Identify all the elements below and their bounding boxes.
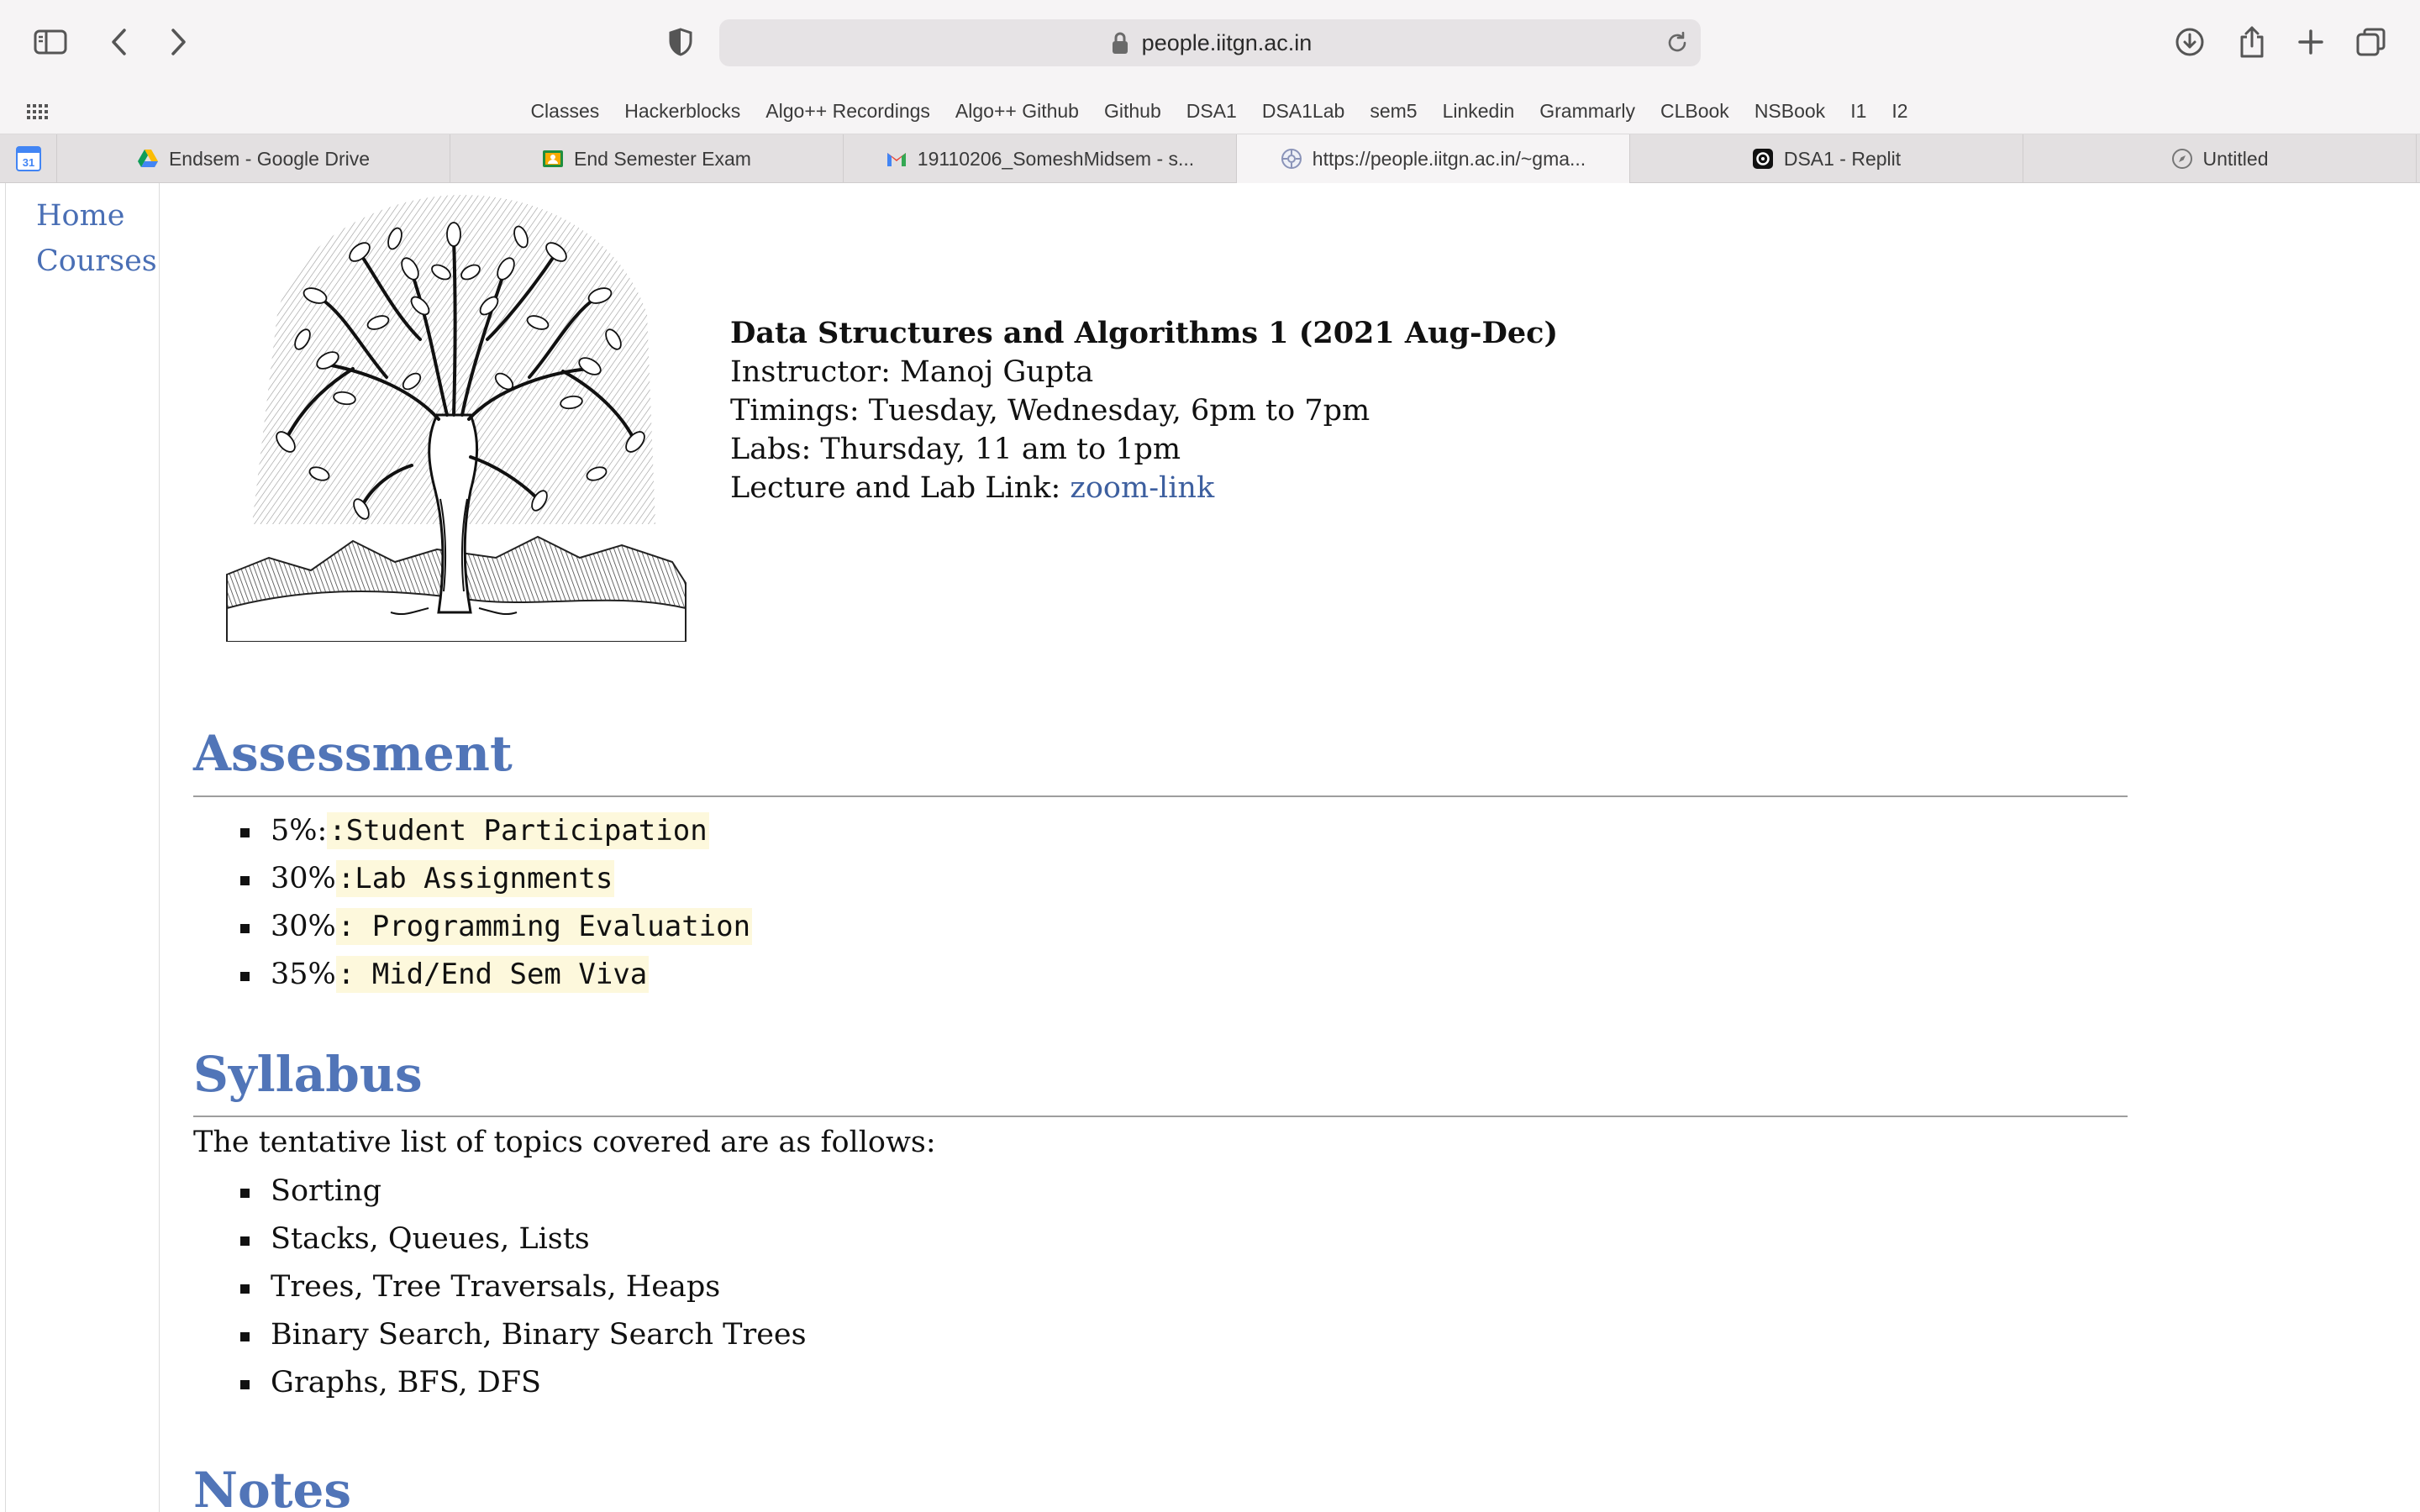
bookmark-i2[interactable]: I2 [1891,100,1907,123]
assessment-pct: 30% [271,910,336,943]
assessment-list: 5%::Student Participation 30%:Lab Assign… [237,807,753,999]
compass-icon [2171,149,2192,169]
assessment-divider [193,795,2128,797]
course-timings: Timings: Tuesday, Wednesday, 6pm to 7pm [730,394,1370,428]
bookmark-github[interactable]: Github [1104,100,1161,123]
bookmark-nsbook[interactable]: NSBook [1754,100,1825,123]
bookmark-sem5[interactable]: sem5 [1370,100,1417,123]
url-text: people.iitgn.ac.in [1141,29,1313,55]
browser-toolbar: people.iitgn.ac.in [0,0,2420,87]
web-page: Home Courses Data Structures and Algorit… [0,183,2420,1512]
syllabus-topic: Sorting [237,1168,807,1215]
google-classroom-icon [543,150,564,167]
assessment-label: :Lab Assignments [335,860,615,897]
bookmark-dsa1lab[interactable]: DSA1Lab [1262,100,1344,123]
page-sidebar: Home Courses [5,183,160,1512]
syllabus-topic: Stacks, Queues, Lists [237,1215,807,1263]
reload-icon[interactable] [1664,29,1691,56]
forward-icon[interactable] [158,22,198,62]
lock-icon [1112,32,1128,54]
course-instructor: Instructor: Manoj Gupta [730,355,1094,389]
assessment-label: : Programming Evaluation [335,908,753,945]
course-info: Data Structures and Algorithms 1 (2021 A… [730,314,1558,507]
replit-icon [1752,149,1773,169]
syllabus-topic: Binary Search, Binary Search Trees [237,1311,807,1359]
bookmark-hackerblocks[interactable]: Hackerblocks [624,100,740,123]
bookmarks-bar: Classes Hackerblocks Algo++ Recordings A… [0,87,2420,134]
syllabus-topic: Graphs, BFS, DFS [237,1359,807,1407]
zoom-link[interactable]: zoom-link [1070,471,1214,505]
tab-dsa1-replit[interactable]: DSA1 - Replit [1630,134,2023,183]
course-title: Data Structures and Algorithms 1 (2021 A… [730,316,1559,350]
bookmark-i1[interactable]: I1 [1850,100,1866,123]
syllabus-topic: Trees, Tree Traversals, Heaps [237,1263,807,1311]
nav-link-courses[interactable]: Courses [36,239,159,284]
nav-link-home[interactable]: Home [36,193,159,239]
site-favicon-icon [1281,149,1302,169]
tab-gmail-midsem[interactable]: 19110206_SomeshMidsem - s... [844,134,1237,183]
assessment-label: : Mid/End Sem Viva [335,956,650,993]
syllabus-list: Sorting Stacks, Queues, Lists Trees, Tre… [237,1168,807,1407]
tab-endsem-drive[interactable]: Endsem - Google Drive [57,134,450,183]
downloads-icon[interactable] [2170,22,2210,62]
bookmark-classes[interactable]: Classes [530,100,599,123]
tab-overview-icon[interactable] [2351,22,2391,62]
bookmark-grammarly[interactable]: Grammarly [1539,100,1635,123]
bookmark-list: Classes Hackerblocks Algo++ Recordings A… [0,87,2420,134]
google-drive-icon [137,150,158,167]
assessment-pct: 35% [271,958,336,991]
notes-heading: Notes [193,1462,352,1512]
syllabus-divider [193,1116,2128,1117]
tree-illustration [226,195,687,642]
tab-bar: 31 Endsem - Google Drive End Semester Ex… [0,134,2420,183]
link-prefix: Lecture and Lab Link: [730,471,1071,505]
gmail-icon [886,153,906,166]
share-icon[interactable] [2232,22,2272,62]
back-icon[interactable] [99,22,139,62]
tab-people-iitgn[interactable]: https://people.iitgn.ac.in/~gma... [1237,134,1630,183]
new-tab-icon[interactable] [2291,22,2331,62]
course-link-line: Lecture and Lab Link: zoom-link [730,469,1558,507]
bookmark-algo-recordings[interactable]: Algo++ Recordings [765,100,930,123]
privacy-shield-icon[interactable] [660,22,701,62]
assessment-heading: Assessment [193,725,513,782]
bookmark-clbook[interactable]: CLBook [1660,100,1729,123]
assessment-pct: 5%: [271,814,328,848]
assessment-pct: 30% [271,862,336,895]
bookmark-linkedin[interactable]: Linkedin [1443,100,1515,123]
course-labs: Labs: Thursday, 11 am to 1pm [730,433,1181,466]
pinned-tab-calendar[interactable]: 31 [0,134,57,183]
syllabus-heading: Syllabus [193,1046,423,1103]
tab-end-semester-exam[interactable]: End Semester Exam [450,134,844,183]
bookmark-dsa1[interactable]: DSA1 [1186,100,1237,123]
address-bar[interactable]: people.iitgn.ac.in [719,19,1701,66]
syllabus-intro: The tentative list of topics covered are… [193,1126,936,1159]
assessment-label: :Student Participation [327,812,709,849]
assessment-item: 30%:Lab Assignments [237,855,752,903]
bookmark-algo-github[interactable]: Algo++ Github [955,100,1079,123]
assessment-item: 5%::Student Participation [237,807,752,855]
assessment-item: 35%: Mid/End Sem Viva [237,951,752,999]
sidebar-toggle-icon[interactable] [30,22,71,62]
calendar-icon: 31 [15,146,41,171]
assessment-item: 30%: Programming Evaluation [237,903,753,951]
svg-text:31: 31 [22,156,34,169]
tab-untitled[interactable]: Untitled [2023,134,2417,183]
